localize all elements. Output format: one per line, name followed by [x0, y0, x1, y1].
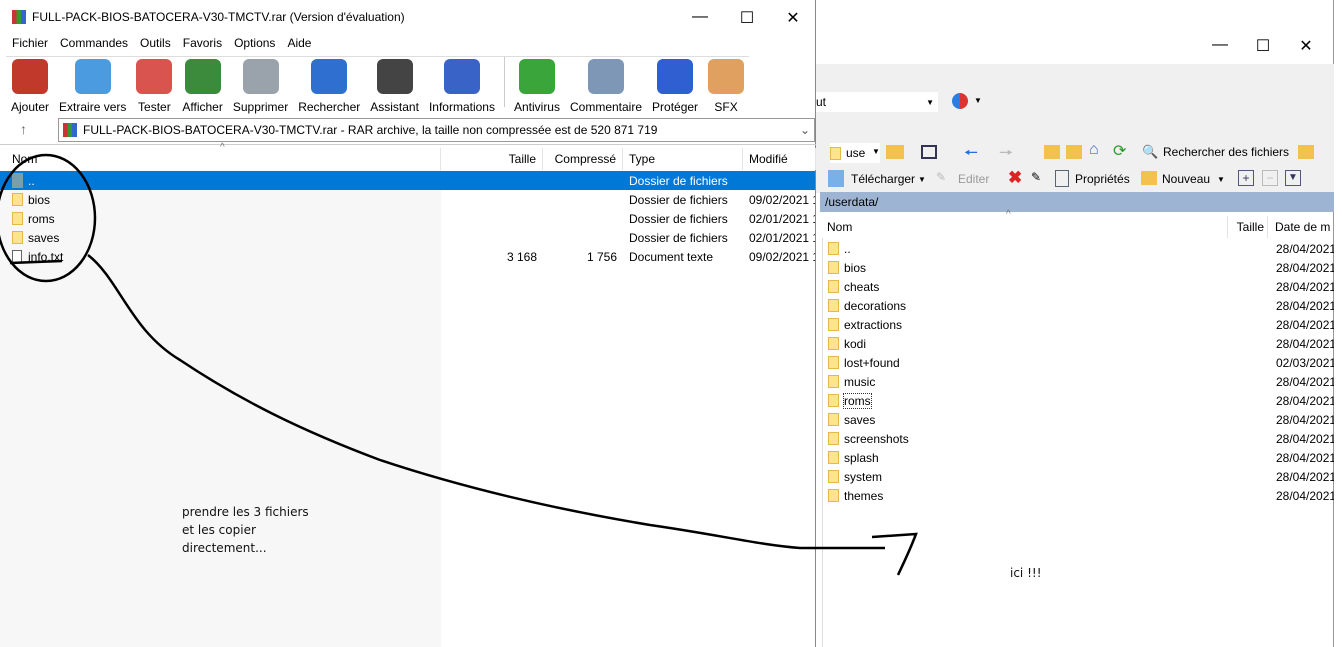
annotation-target: ici !!! — [1010, 566, 1042, 580]
annotation-line-2: et les copier — [182, 523, 256, 537]
annotation-line-1: prendre les 3 fichiers — [182, 505, 309, 519]
annotation-line-3: directement... — [182, 541, 267, 555]
annotation-text: prendre les 3 fichiers et les copier dir… — [182, 503, 309, 557]
strike-annotation — [9, 259, 63, 265]
